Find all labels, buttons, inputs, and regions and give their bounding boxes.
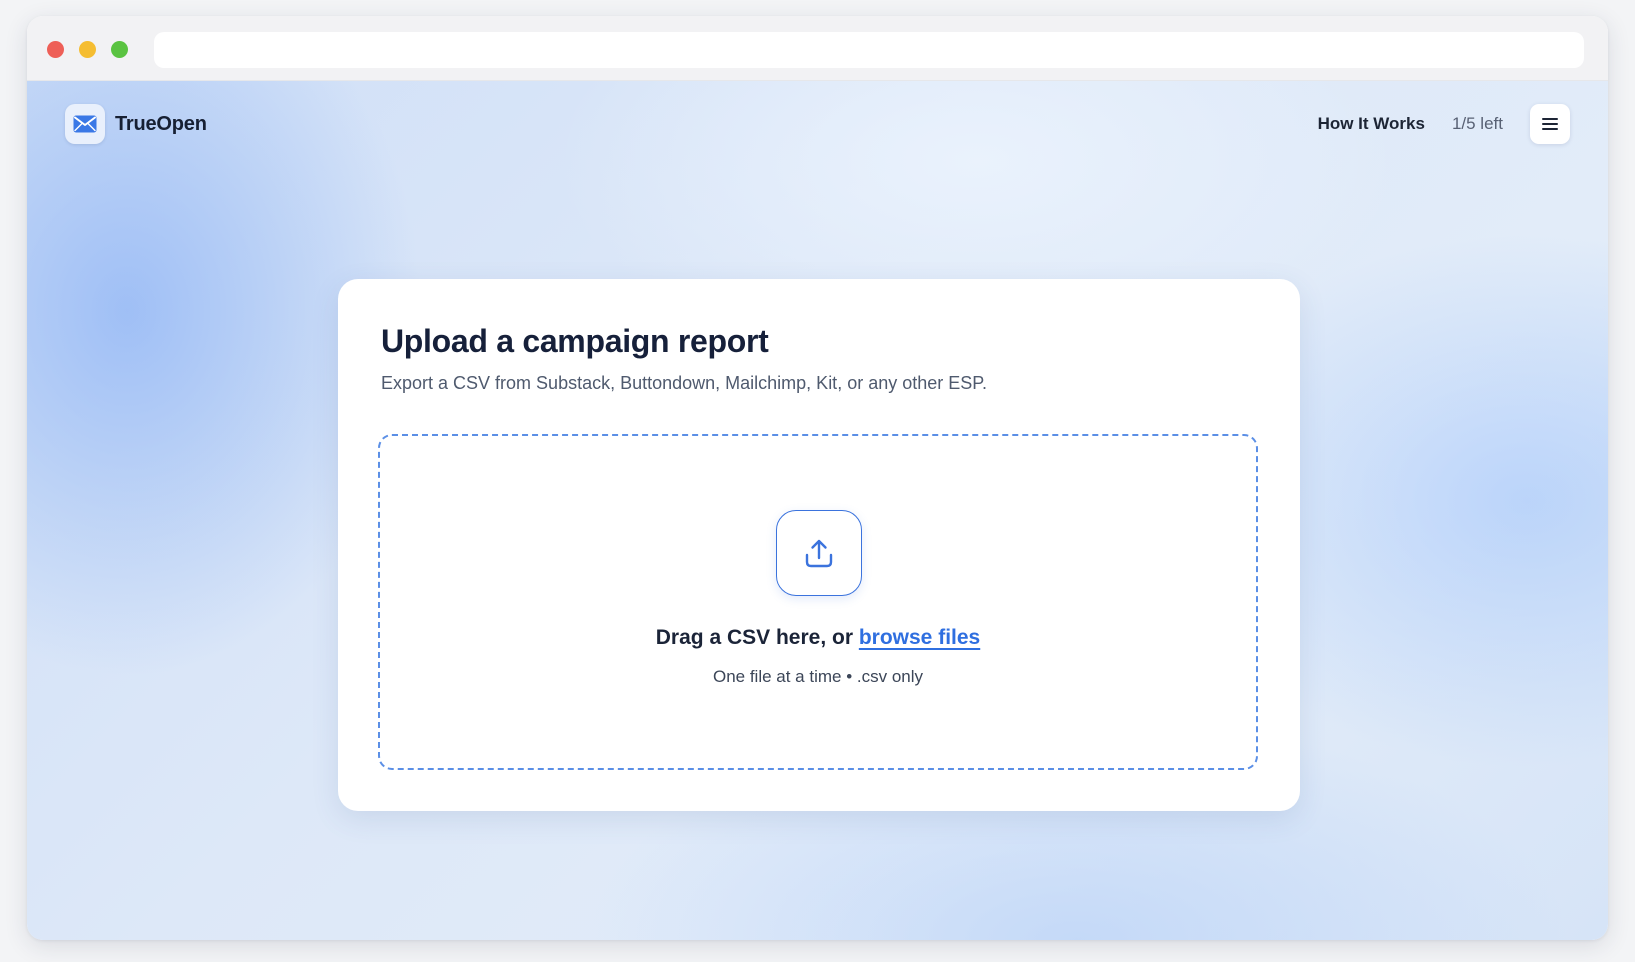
- menu-button[interactable]: [1530, 104, 1570, 144]
- upload-icon[interactable]: [776, 510, 862, 596]
- maximize-window-button[interactable]: [111, 41, 128, 58]
- drop-instructions: Drag a CSV here, or browse files: [380, 626, 1256, 650]
- address-bar[interactable]: [154, 32, 1584, 68]
- header-nav: How It Works 1/5 left: [1318, 104, 1570, 144]
- upload-card: Upload a campaign report Export a CSV fr…: [338, 279, 1300, 811]
- hamburger-menu-icon: [1542, 118, 1558, 130]
- minimize-window-button[interactable]: [79, 41, 96, 58]
- file-type-hint: One file at a time • .csv only: [712, 667, 924, 686]
- page-title: Upload a campaign report: [381, 323, 769, 359]
- browse-files-link[interactable]: browse files: [859, 626, 980, 649]
- usage-quota: 1/5 left: [1451, 114, 1503, 133]
- brand[interactable]: TrueOpen: [65, 104, 207, 144]
- how-it-works-link[interactable]: How It Works: [1318, 114, 1425, 134]
- drop-prompt: Drag a CSV here, or: [655, 626, 859, 649]
- page-subtitle: Export a CSV from Substack, Buttondown, …: [381, 373, 987, 393]
- browser-titlebar: [27, 16, 1608, 81]
- brand-name: TrueOpen: [115, 112, 207, 135]
- page-content: TrueOpen How It Works 1/5 left Upload a …: [27, 81, 1608, 940]
- close-window-button[interactable]: [47, 41, 64, 58]
- browser-window: TrueOpen How It Works 1/5 left Upload a …: [27, 16, 1608, 940]
- envelope-icon: [65, 104, 105, 144]
- csv-dropzone[interactable]: Drag a CSV here, or browse files One fil…: [378, 434, 1258, 770]
